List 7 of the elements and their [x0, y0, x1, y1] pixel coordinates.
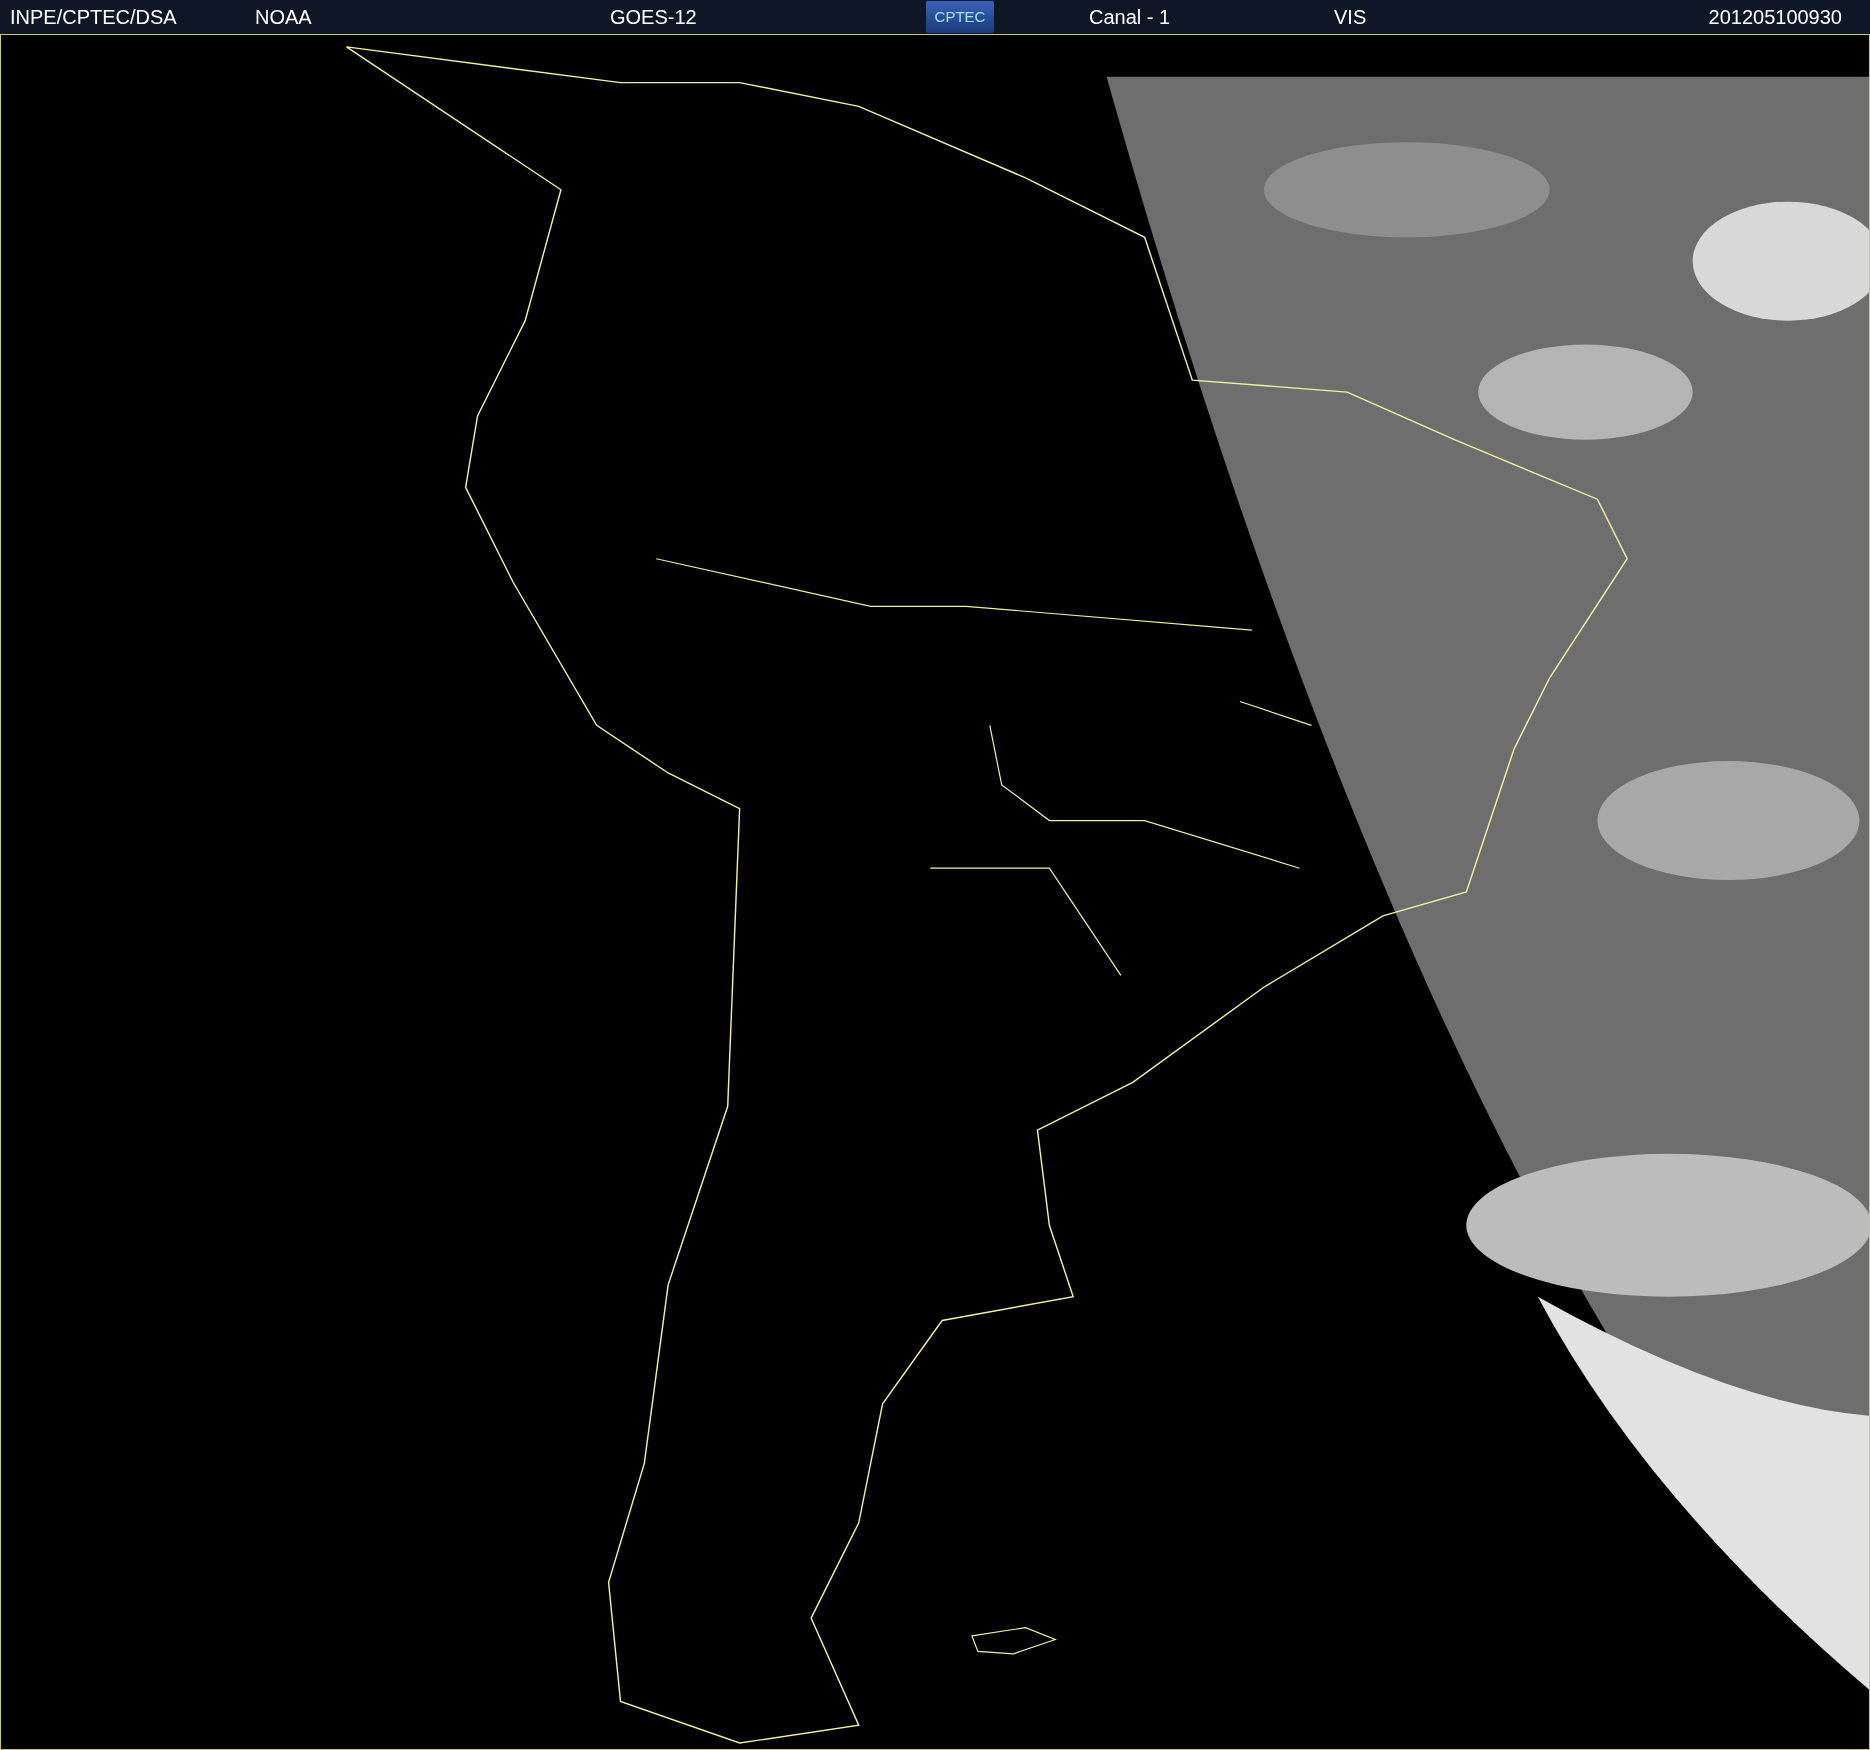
header-label: NOAA — [255, 6, 312, 28]
header-label: INPE/CPTEC/DSA — [10, 6, 177, 28]
logo: CPTEC — [926, 1, 994, 33]
header-label: 201205100930 — [1708, 6, 1842, 28]
header-label: Canal - 1 — [1089, 6, 1171, 28]
header-label: GOES-12 — [610, 6, 697, 28]
header-label: VIS — [1334, 6, 1367, 28]
